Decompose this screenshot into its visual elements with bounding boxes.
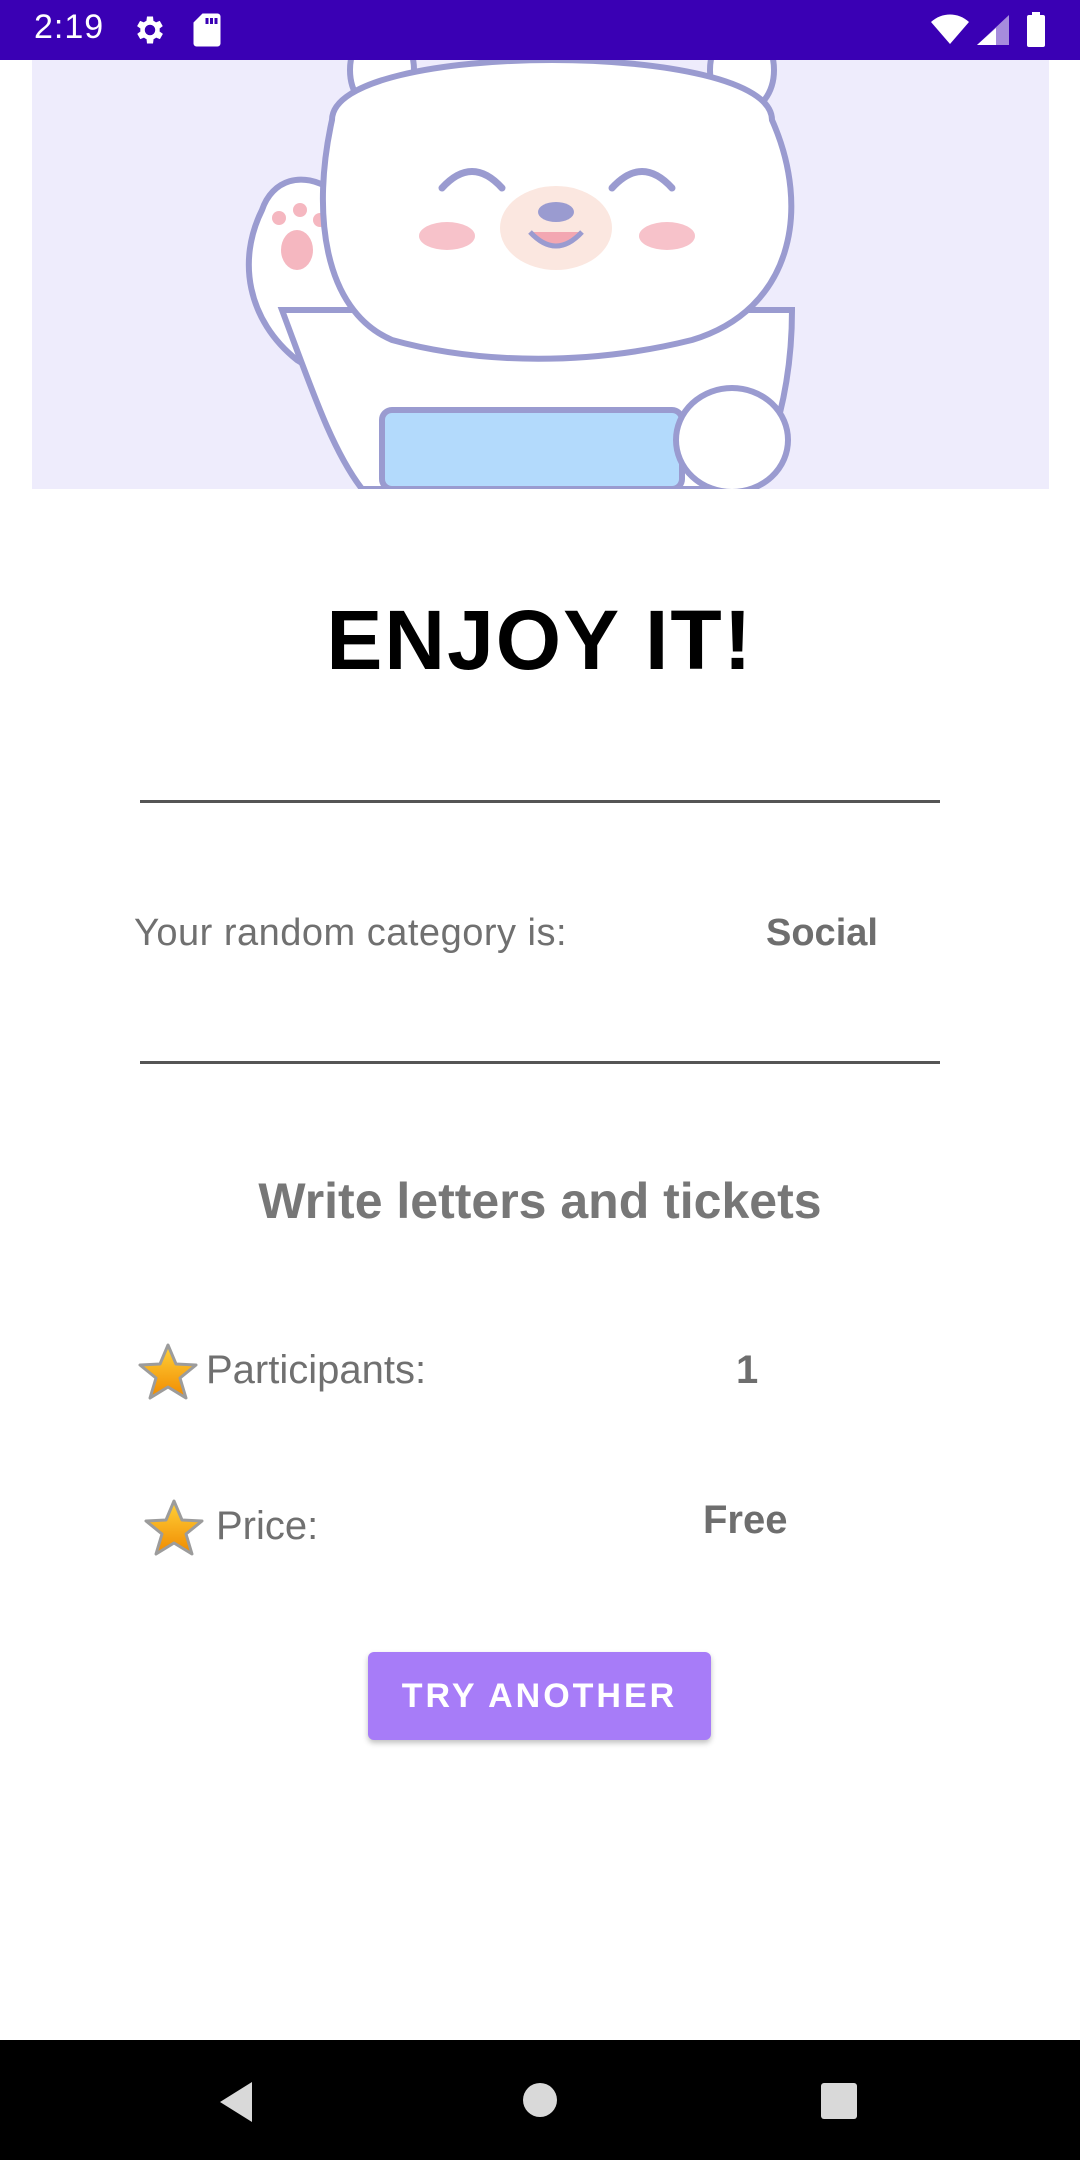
waving-bear-illustration [245,60,796,489]
battery-icon [1027,12,1045,47]
star-icon [144,1499,204,1556]
sd-card-icon [193,13,221,47]
recents-icon[interactable] [820,2082,858,2120]
category-label: Your random category is: [134,912,568,954]
wifi-icon [931,14,969,44]
star-icon [138,1343,198,1400]
activity-title: Write letters and tickets [258,1173,822,1229]
screen: 2:19 ENJOY IT! Your random category is: … [0,0,1080,2160]
category-value: Social [766,912,878,954]
page-title: ENJOY IT! [326,593,754,687]
participants-label: Participants: [206,1348,427,1392]
back-icon[interactable] [216,2080,256,2124]
gear-icon [137,16,163,44]
divider [140,1061,940,1064]
price-value: Free [703,1498,788,1542]
participants-value: 1 [736,1348,759,1392]
signal-icon [977,15,1009,45]
home-icon[interactable] [522,2082,558,2118]
price-label: Price: [216,1504,319,1548]
hero-illustration [32,60,1049,489]
status-bar: 2:19 [0,0,1080,60]
try-another-button[interactable]: TRY ANOTHER [368,1652,711,1740]
status-time: 2:19 [34,8,105,46]
divider [140,800,940,803]
navigation-bar [0,2040,1080,2160]
